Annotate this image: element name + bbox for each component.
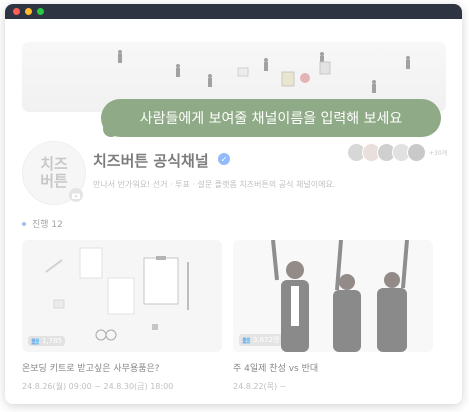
poll-card-title[interactable]: 온보딩 키트로 받고싶은 사무용품은? xyxy=(22,361,222,374)
channel-avatar[interactable]: 치즈버튼 xyxy=(22,141,86,205)
app-window: 치즈버튼 치즈버튼 공식채널 ✓ 만나서 반가워요! 선거 · 투표 · 설문 … xyxy=(5,4,462,404)
in-progress-section: 진행 12 xyxy=(22,217,63,230)
poll-card-title[interactable]: 주 4일제 찬성 vs 반대 xyxy=(233,361,433,374)
in-progress-label: 진행 12 xyxy=(32,220,63,230)
close-window-button[interactable] xyxy=(13,8,20,15)
poll-card-date: 24.8.26(월) 09:00 ~ 24.8.30(금) 18:00 xyxy=(22,382,174,391)
poll-card[interactable]: 👥 1,785 온보딩 키트로 받고싶은 사무용품은? 24.8.26(월) 0… xyxy=(22,240,222,392)
minimize-window-button[interactable] xyxy=(25,8,32,15)
verified-badge-icon: ✓ xyxy=(218,153,230,165)
participants-count: 3,672명 xyxy=(252,336,280,344)
channel-name[interactable]: 치즈버튼 공식채널 xyxy=(93,150,209,171)
subscriber-avatars[interactable]: +30개 xyxy=(347,142,447,162)
participants-count: 1,785 xyxy=(41,337,62,345)
participants-icon: 👥 xyxy=(242,336,253,344)
poll-card-thumbnail[interactable]: 👥 1,785 xyxy=(22,240,222,352)
participants-badge: 👥 3,672명 xyxy=(239,334,283,346)
subscriber-avatar xyxy=(407,142,426,162)
poll-card-date: 24.8.22(목) ~ xyxy=(233,382,287,391)
camera-icon[interactable] xyxy=(69,188,83,202)
subscriber-count: +30개 xyxy=(429,149,448,157)
poll-card[interactable]: 👥 3,672명 주 4일제 찬성 vs 반대 24.8.22(목) ~ xyxy=(233,240,433,392)
status-dot-icon xyxy=(22,221,26,226)
participants-badge: 👥 1,785 xyxy=(28,336,65,346)
channel-description: 만나서 반가워요! 선거 · 투표 · 설문 플랫폼 치즈버튼의 공식 채널이에… xyxy=(93,180,336,189)
maximize-window-button[interactable] xyxy=(37,8,44,15)
window-titlebar xyxy=(5,4,462,19)
participants-icon: 👥 xyxy=(31,337,42,345)
poll-card-thumbnail[interactable]: 👥 3,672명 xyxy=(233,240,433,352)
channel-avatar-text: 치즈버튼 xyxy=(40,155,68,190)
channel-page: 치즈버튼 치즈버튼 공식채널 ✓ 만나서 반가워요! 선거 · 투표 · 설문 … xyxy=(5,19,462,404)
channel-name-tooltip: 사람들에게 보여줄 채널이름을 입력해 보세요 xyxy=(101,99,441,137)
